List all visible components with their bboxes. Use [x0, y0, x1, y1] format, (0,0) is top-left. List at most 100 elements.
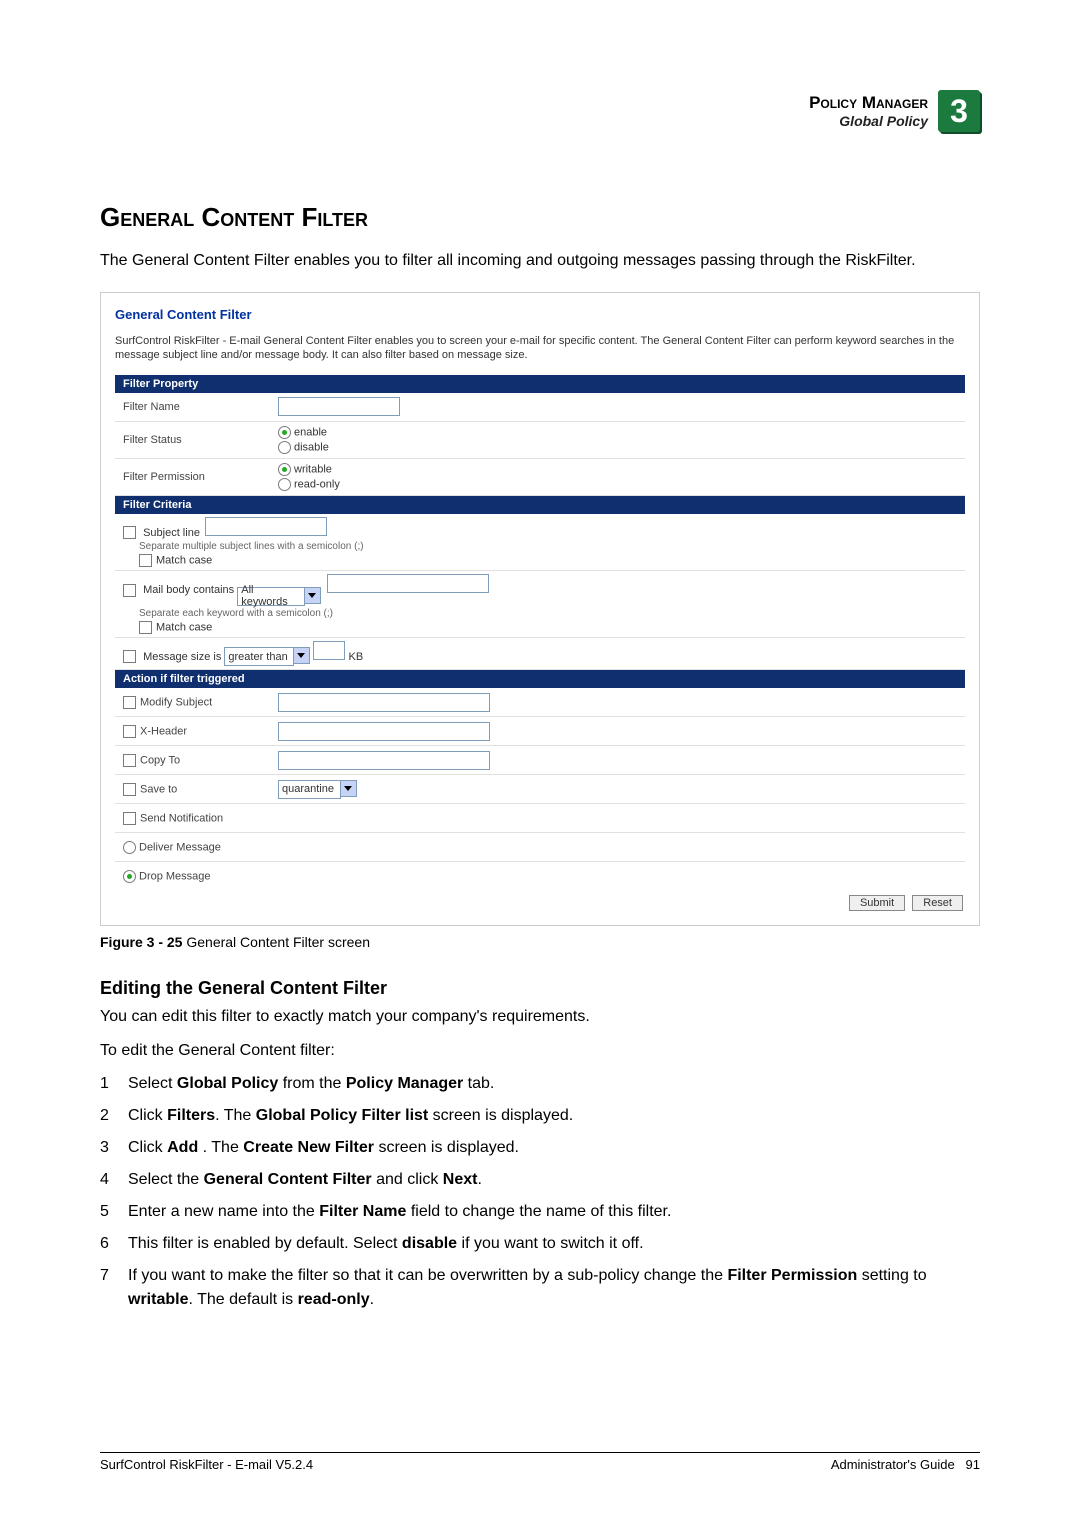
step-6: 6This filter is enabled by default. Sele…	[100, 1232, 980, 1256]
step-text: Click Filters. The Global Policy Filter …	[128, 1104, 980, 1128]
row-filter-status: Filter Status enable disable	[115, 422, 965, 459]
band-filter-property: Filter Property	[115, 375, 965, 393]
steps-list: 1Select Global Policy from the Policy Ma…	[100, 1072, 980, 1312]
mail-body-input[interactable]	[327, 574, 489, 593]
subsection-title: Editing the General Content Filter	[100, 978, 980, 999]
label-deliver: Deliver Message	[139, 841, 221, 853]
step-text: Select the General Content Filter and cl…	[128, 1168, 980, 1192]
label-match-case-2: Match case	[156, 621, 212, 633]
row-filter-name: Filter Name	[115, 393, 965, 422]
step-5: 5Enter a new name into the Filter Name f…	[100, 1200, 980, 1224]
subject-line-input[interactable]	[205, 517, 327, 536]
step-num: 3	[100, 1136, 128, 1160]
step-3: 3Click Add . The Create New Filter scree…	[100, 1136, 980, 1160]
check-modify-subject[interactable]	[123, 696, 136, 709]
label-drop: Drop Message	[139, 870, 211, 882]
shot-title: General Content Filter	[115, 307, 965, 322]
criteria-subject: Subject line Separate multiple subject l…	[115, 514, 965, 572]
para-2: To edit the General Content filter:	[100, 1039, 980, 1062]
xheader-input[interactable]	[278, 722, 490, 741]
row-deliver: Deliver Message	[115, 833, 965, 862]
radio-deliver[interactable]	[123, 841, 136, 854]
submit-button[interactable]: Submit	[849, 895, 905, 911]
figure-caption: Figure 3 - 25 General Content Filter scr…	[100, 934, 980, 950]
step-num: 6	[100, 1232, 128, 1256]
step-text: Select Global Policy from the Policy Man…	[128, 1072, 980, 1096]
radio-writable[interactable]	[278, 463, 291, 476]
radio-enable[interactable]	[278, 426, 291, 439]
reset-button[interactable]: Reset	[912, 895, 963, 911]
row-filter-permission: Filter Permission writable read-only	[115, 459, 965, 496]
check-subject-line[interactable]	[123, 526, 136, 539]
msg-size-input[interactable]	[313, 641, 345, 660]
step-text: If you want to make the filter so that i…	[128, 1264, 980, 1312]
save-to-select[interactable]: quarantine	[278, 780, 341, 799]
check-copy-to[interactable]	[123, 754, 136, 767]
footer-right: Administrator's Guide 91	[831, 1457, 980, 1472]
check-xheader[interactable]	[123, 725, 136, 738]
shot-desc: SurfControl RiskFilter - E-mail General …	[115, 334, 965, 363]
modify-subject-input[interactable]	[278, 693, 490, 712]
check-save-to[interactable]	[123, 783, 136, 796]
save-to-select-value: quarantine	[282, 783, 334, 795]
label-writable: writable	[294, 463, 332, 475]
chevron-down-icon[interactable]	[304, 587, 321, 604]
footer-left: SurfControl RiskFilter - E-mail V5.2.4	[100, 1457, 313, 1472]
label-modify-subject: Modify Subject	[140, 696, 212, 708]
step-num: 5	[100, 1200, 128, 1224]
check-match-case-subject[interactable]	[139, 554, 152, 567]
step-7: 7If you want to make the filter so that …	[100, 1264, 980, 1312]
label-disable: disable	[294, 441, 329, 453]
label-send-notif: Send Notification	[140, 812, 223, 824]
copy-to-input[interactable]	[278, 751, 490, 770]
mail-body-select[interactable]: All keywords	[237, 587, 305, 606]
radio-disable[interactable]	[278, 441, 291, 454]
page-header: Policy Manager Global Policy 3	[100, 90, 980, 132]
step-text: Enter a new name into the Filter Name fi…	[128, 1200, 980, 1224]
page-footer: SurfControl RiskFilter - E-mail V5.2.4 A…	[100, 1452, 980, 1472]
label-filter-status: Filter Status	[123, 434, 278, 446]
label-kb: KB	[349, 651, 364, 663]
step-text: Click Add . The Create New Filter screen…	[128, 1136, 980, 1160]
figure-label: Figure 3 - 25	[100, 934, 182, 950]
chevron-down-icon[interactable]	[293, 647, 310, 664]
filter-name-input[interactable]	[278, 397, 400, 416]
chapter-badge: 3	[938, 90, 980, 132]
label-filter-permission: Filter Permission	[123, 471, 278, 483]
msg-size-select[interactable]: greater than	[224, 647, 294, 666]
label-mail-body: Mail body contains	[143, 584, 234, 596]
criteria-msg-size: Message size is greater than KB	[115, 638, 965, 671]
note-sep-keyword: Separate each keyword with a semicolon (…	[139, 608, 957, 619]
row-xheader: X-Header	[115, 717, 965, 746]
label-match-case-1: Match case	[156, 555, 212, 567]
label-save-to: Save to	[140, 783, 177, 795]
check-mail-body[interactable]	[123, 584, 136, 597]
step-num: 1	[100, 1072, 128, 1096]
radio-readonly[interactable]	[278, 478, 291, 491]
section-intro: The General Content Filter enables you t…	[100, 249, 980, 272]
row-modify-subject: Modify Subject	[115, 688, 965, 717]
step-text: This filter is enabled by default. Selec…	[128, 1232, 980, 1256]
para-1: You can edit this filter to exactly matc…	[100, 1005, 980, 1028]
check-send-notif[interactable]	[123, 812, 136, 825]
screenshot-figure: General Content Filter SurfControl RiskF…	[100, 292, 980, 926]
header-title: Policy Manager	[809, 93, 928, 113]
check-match-case-body[interactable]	[139, 621, 152, 634]
footer-label: Administrator's Guide	[831, 1457, 955, 1472]
row-copy-to: Copy To	[115, 746, 965, 775]
chevron-down-icon[interactable]	[340, 780, 357, 797]
step-1: 1Select Global Policy from the Policy Ma…	[100, 1072, 980, 1096]
label-enable: enable	[294, 426, 327, 438]
label-subject-line: Subject line	[143, 527, 200, 539]
step-num: 2	[100, 1104, 128, 1128]
label-msg-size: Message size is	[143, 651, 221, 663]
label-xheader: X-Header	[140, 725, 187, 737]
label-readonly: read-only	[294, 478, 340, 490]
radio-drop[interactable]	[123, 870, 136, 883]
check-msg-size[interactable]	[123, 650, 136, 663]
step-num: 7	[100, 1264, 128, 1312]
row-drop: Drop Message	[115, 862, 965, 890]
step-num: 4	[100, 1168, 128, 1192]
row-send-notif: Send Notification	[115, 804, 965, 833]
row-save-to: Save to quarantine	[115, 775, 965, 804]
